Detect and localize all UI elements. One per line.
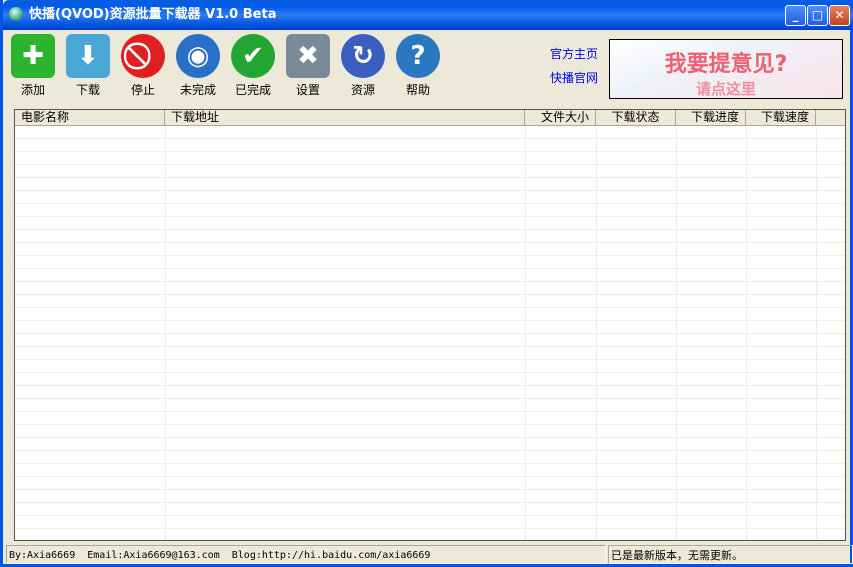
- refresh-globe-icon: ↻: [341, 34, 385, 78]
- help-icon: ?: [396, 34, 440, 78]
- column-divider: [676, 126, 677, 540]
- download-list[interactable]: 电影名称 下载地址 文件大小 下载状态 下载进度 下载速度: [14, 109, 846, 541]
- download-arrow-icon: ⬇: [66, 34, 110, 78]
- toolbar-label: 帮助: [405, 83, 430, 97]
- toolbar-button-5[interactable]: ✖ 设置: [282, 34, 334, 98]
- feedback-banner[interactable]: 我要提意见? 请点这里: [609, 39, 843, 99]
- toolbar-label: 停止: [130, 83, 155, 97]
- toolbar-label: 设置: [295, 83, 320, 97]
- official-home-link[interactable]: 官方主页: [550, 45, 598, 62]
- column-divider: [165, 126, 166, 540]
- column-header-size[interactable]: 文件大小: [525, 110, 596, 126]
- status-bar: By:Axia6669 Email:Axia6669@163.com Blog:…: [6, 545, 853, 564]
- column-header-speed[interactable]: 下载速度: [746, 110, 816, 126]
- column-header-progress[interactable]: 下载进度: [676, 110, 746, 126]
- app-icon: [9, 7, 23, 21]
- column-divider: [525, 126, 526, 540]
- toolbar-label: 下载: [75, 83, 100, 97]
- add-icon: ✚: [11, 34, 55, 78]
- toolbar-label: 添加: [20, 83, 45, 97]
- toolbar-button-2[interactable]: ⃠ 停止: [117, 34, 169, 98]
- toolbar-button-0[interactable]: ✚ 添加: [7, 34, 59, 98]
- toolbar-label: 未完成: [179, 83, 216, 97]
- globe-download-icon: ◉: [176, 34, 220, 78]
- toolbar-button-3[interactable]: ◉ 未完成: [172, 34, 224, 98]
- toolbar-button-4[interactable]: ✔ 已完成: [227, 34, 279, 98]
- list-rows: [15, 126, 845, 540]
- update-status: 已是最新版本，无需更新。: [608, 545, 853, 564]
- qvod-site-link[interactable]: 快播官网: [550, 69, 598, 86]
- minimize-button[interactable]: _: [785, 5, 806, 26]
- author-info: By:Axia6669 Email:Axia6669@163.com Blog:…: [6, 545, 606, 564]
- column-header-status[interactable]: 下载状态: [596, 110, 676, 126]
- toolbar-button-1[interactable]: ⬇ 下载: [62, 34, 114, 98]
- stop-icon: ⃠: [121, 34, 165, 78]
- check-icon: ✔: [231, 34, 275, 78]
- title-bar: 快播(QVOD)资源批量下载器 V1.0 Beta _ □ ✕: [3, 0, 853, 30]
- column-divider: [596, 126, 597, 540]
- banner-subtitle: 请点这里: [695, 80, 756, 98]
- toolbar-label: 资源: [350, 83, 375, 97]
- column-header-url[interactable]: 下载地址: [165, 110, 525, 126]
- column-header-name[interactable]: 电影名称: [15, 110, 165, 126]
- toolbar-button-7[interactable]: ? 帮助: [392, 34, 444, 98]
- list-header: 电影名称 下载地址 文件大小 下载状态 下载进度 下载速度: [15, 110, 845, 126]
- tools-icon: ✖: [286, 34, 330, 78]
- column-divider: [816, 126, 817, 540]
- toolbar-button-6[interactable]: ↻ 资源: [337, 34, 389, 98]
- close-button[interactable]: ✕: [829, 5, 850, 26]
- window-title: 快播(QVOD)资源批量下载器 V1.0 Beta: [29, 7, 277, 22]
- banner-title: 我要提意见?: [664, 52, 788, 77]
- maximize-button[interactable]: □: [807, 5, 828, 26]
- main-window: 快播(QVOD)资源批量下载器 V1.0 Beta _ □ ✕ ✚ 添加 ⬇ 下载⃠ 停…: [0, 0, 853, 567]
- toolbar-label: 已完成: [234, 83, 271, 97]
- column-divider: [746, 126, 747, 540]
